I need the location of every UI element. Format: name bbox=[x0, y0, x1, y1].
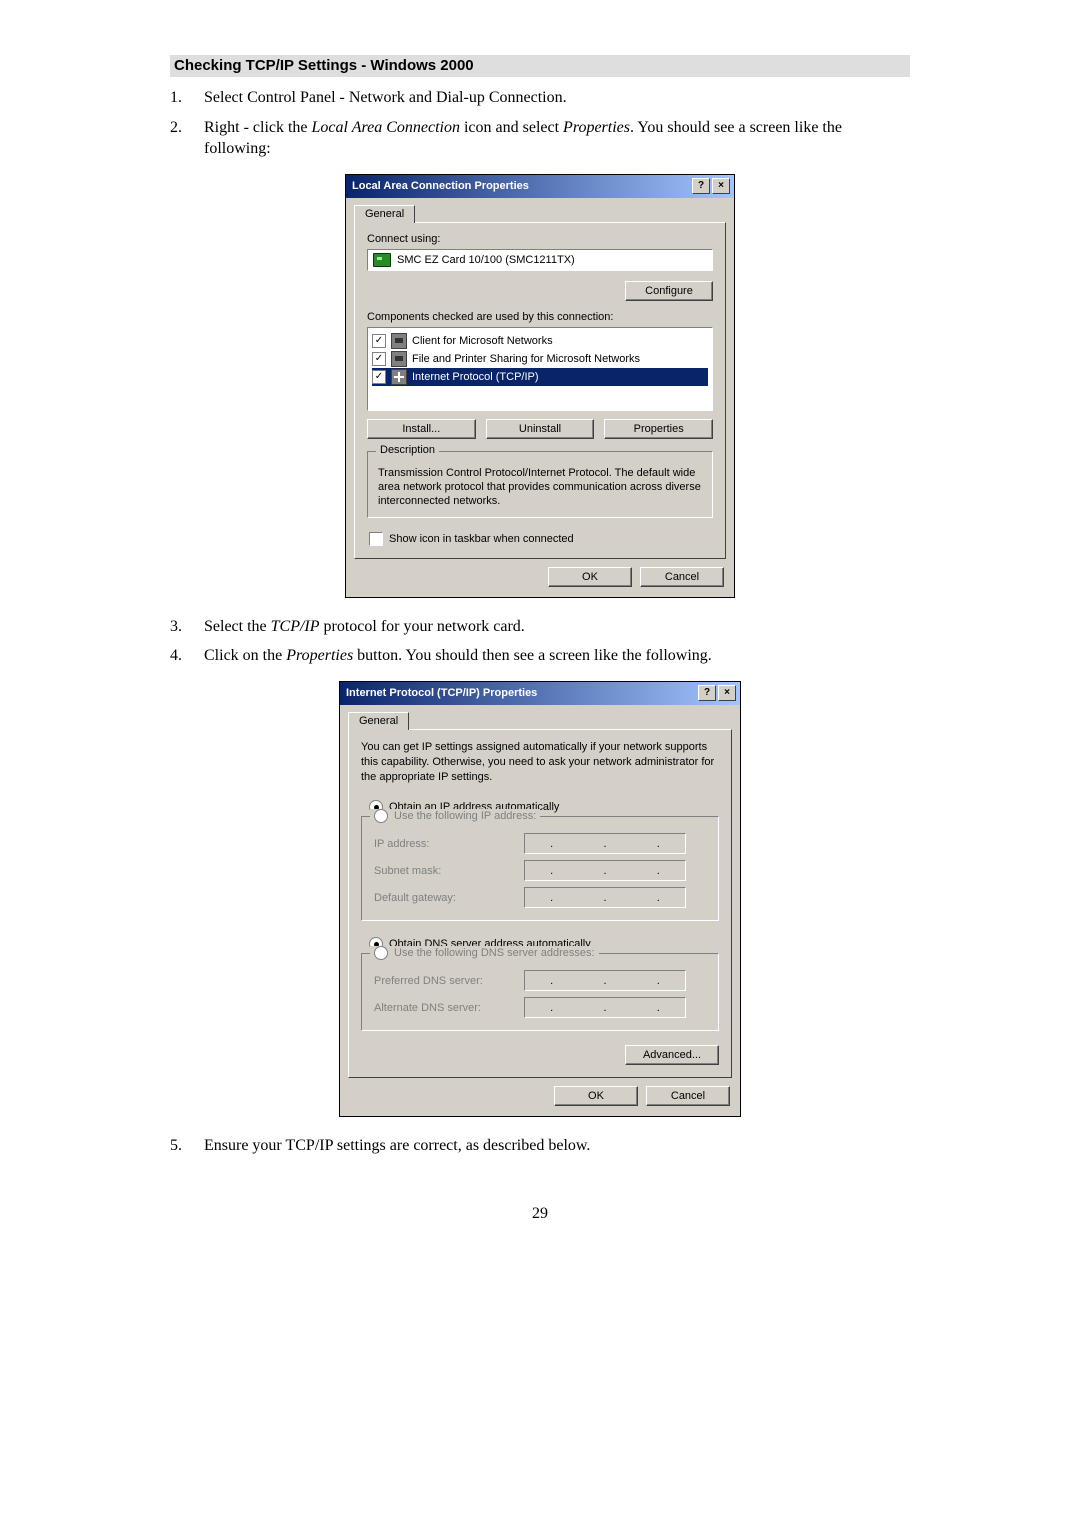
show-icon-label: Show icon in taskbar when connected bbox=[389, 533, 574, 545]
dialog-title: Internet Protocol (TCP/IP) Properties bbox=[346, 687, 696, 699]
ip-address-input: ... bbox=[524, 833, 686, 854]
use-ip-radio[interactable]: Use the following IP address: bbox=[370, 809, 540, 823]
use-ip-group: Use the following IP address: IP address… bbox=[361, 816, 719, 921]
tab-strip: General bbox=[340, 705, 740, 729]
step-number: 5. bbox=[170, 1135, 204, 1157]
adapter-field: SMC EZ Card 10/100 (SMC1211TX) bbox=[367, 249, 713, 271]
ok-button[interactable]: OK bbox=[548, 567, 632, 587]
alt-dns-label: Alternate DNS server: bbox=[374, 1002, 524, 1014]
properties-button[interactable]: Properties bbox=[604, 419, 713, 439]
ip-address-label: IP address: bbox=[374, 838, 524, 850]
step-text: Ensure your TCP/IP settings are correct,… bbox=[204, 1135, 910, 1157]
connect-using-label: Connect using: bbox=[367, 233, 713, 245]
component-item[interactable]: Client for Microsoft Networks bbox=[372, 332, 708, 350]
install-button[interactable]: Install... bbox=[367, 419, 476, 439]
dialog-tcpip-properties: Internet Protocol (TCP/IP) Properties ? … bbox=[339, 681, 741, 1118]
close-icon[interactable]: × bbox=[718, 685, 736, 701]
checkbox-icon[interactable] bbox=[369, 532, 383, 546]
steps-list-3: 5. Ensure your TCP/IP settings are corre… bbox=[170, 1135, 910, 1157]
gateway-label: Default gateway: bbox=[374, 892, 524, 904]
section-heading: Checking TCP/IP Settings - Windows 2000 bbox=[170, 55, 910, 77]
component-label: Internet Protocol (TCP/IP) bbox=[412, 371, 539, 383]
radio-icon[interactable] bbox=[374, 809, 388, 823]
radio-icon[interactable] bbox=[374, 946, 388, 960]
cancel-button[interactable]: Cancel bbox=[640, 567, 724, 587]
client-icon bbox=[391, 333, 407, 349]
tab-general[interactable]: General bbox=[348, 712, 409, 730]
uninstall-button[interactable]: Uninstall bbox=[486, 419, 595, 439]
help-icon[interactable]: ? bbox=[698, 685, 716, 701]
pref-dns-input: ... bbox=[524, 970, 686, 991]
step-number: 1. bbox=[170, 87, 204, 109]
info-text: You can get IP settings assigned automat… bbox=[361, 740, 719, 785]
section-heading-text: Checking TCP/IP Settings - Windows 2000 bbox=[174, 57, 474, 74]
step-text: Click on the Properties button. You shou… bbox=[204, 645, 910, 667]
t: Select the bbox=[204, 618, 271, 635]
description-group: Description Transmission Control Protoco… bbox=[367, 451, 713, 518]
checkbox-icon[interactable] bbox=[372, 334, 386, 348]
t: protocol for your network card. bbox=[320, 618, 525, 635]
advanced-button[interactable]: Advanced... bbox=[625, 1045, 719, 1065]
t: icon and select bbox=[460, 119, 563, 136]
t: Right - click the bbox=[204, 119, 312, 136]
description-text: Transmission Control Protocol/Internet P… bbox=[378, 466, 702, 509]
subnet-input: ... bbox=[524, 860, 686, 881]
protocol-icon bbox=[391, 369, 407, 385]
radio-label: Use the following DNS server addresses: bbox=[394, 947, 595, 959]
step-text: Right - click the Local Area Connection … bbox=[204, 117, 910, 160]
radio-label: Use the following IP address: bbox=[394, 810, 536, 822]
tab-general[interactable]: General bbox=[354, 205, 415, 223]
configure-button[interactable]: Configure bbox=[625, 281, 713, 301]
t: button. You should then see a screen lik… bbox=[353, 647, 712, 664]
component-item[interactable]: File and Printer Sharing for Microsoft N… bbox=[372, 350, 708, 368]
gateway-input: ... bbox=[524, 887, 686, 908]
components-label: Components checked are used by this conn… bbox=[367, 311, 713, 323]
t-italic: Local Area Connection bbox=[312, 119, 460, 136]
step-number: 2. bbox=[170, 117, 204, 160]
component-label: Client for Microsoft Networks bbox=[412, 335, 553, 347]
use-dns-radio[interactable]: Use the following DNS server addresses: bbox=[370, 946, 599, 960]
description-legend: Description bbox=[376, 444, 439, 456]
steps-list-2: 3. Select the TCP/IP protocol for your n… bbox=[170, 616, 910, 667]
component-label: File and Printer Sharing for Microsoft N… bbox=[412, 353, 640, 365]
close-icon[interactable]: × bbox=[712, 178, 730, 194]
dialog-title: Local Area Connection Properties bbox=[352, 180, 690, 192]
subnet-label: Subnet mask: bbox=[374, 865, 524, 877]
service-icon bbox=[391, 351, 407, 367]
network-card-icon bbox=[373, 253, 391, 267]
dialog-lan-properties: Local Area Connection Properties ? × Gen… bbox=[345, 174, 735, 598]
titlebar: Internet Protocol (TCP/IP) Properties ? … bbox=[340, 682, 740, 705]
tab-strip: General bbox=[346, 198, 734, 222]
t: Click on the bbox=[204, 647, 286, 664]
step-number: 4. bbox=[170, 645, 204, 667]
checkbox-icon[interactable] bbox=[372, 370, 386, 384]
adapter-name: SMC EZ Card 10/100 (SMC1211TX) bbox=[397, 254, 575, 266]
alt-dns-input: ... bbox=[524, 997, 686, 1018]
ok-button[interactable]: OK bbox=[554, 1086, 638, 1106]
page-number: 29 bbox=[170, 1205, 910, 1223]
component-item-selected[interactable]: Internet Protocol (TCP/IP) bbox=[372, 368, 708, 386]
titlebar: Local Area Connection Properties ? × bbox=[346, 175, 734, 198]
t-italic: TCP/IP bbox=[271, 618, 320, 635]
t-italic: Properties bbox=[286, 647, 353, 664]
step-text: Select Control Panel - Network and Dial-… bbox=[204, 87, 910, 109]
checkbox-icon[interactable] bbox=[372, 352, 386, 366]
help-icon[interactable]: ? bbox=[692, 178, 710, 194]
components-listbox[interactable]: Client for Microsoft Networks File and P… bbox=[367, 327, 713, 411]
t-italic: Properties bbox=[563, 119, 630, 136]
use-dns-group: Use the following DNS server addresses: … bbox=[361, 953, 719, 1031]
step-number: 3. bbox=[170, 616, 204, 638]
show-icon-checkbox-row[interactable]: Show icon in taskbar when connected bbox=[367, 532, 713, 546]
step-text: Select the TCP/IP protocol for your netw… bbox=[204, 616, 910, 638]
steps-list-1: 1. Select Control Panel - Network and Di… bbox=[170, 87, 910, 160]
pref-dns-label: Preferred DNS server: bbox=[374, 975, 524, 987]
cancel-button[interactable]: Cancel bbox=[646, 1086, 730, 1106]
